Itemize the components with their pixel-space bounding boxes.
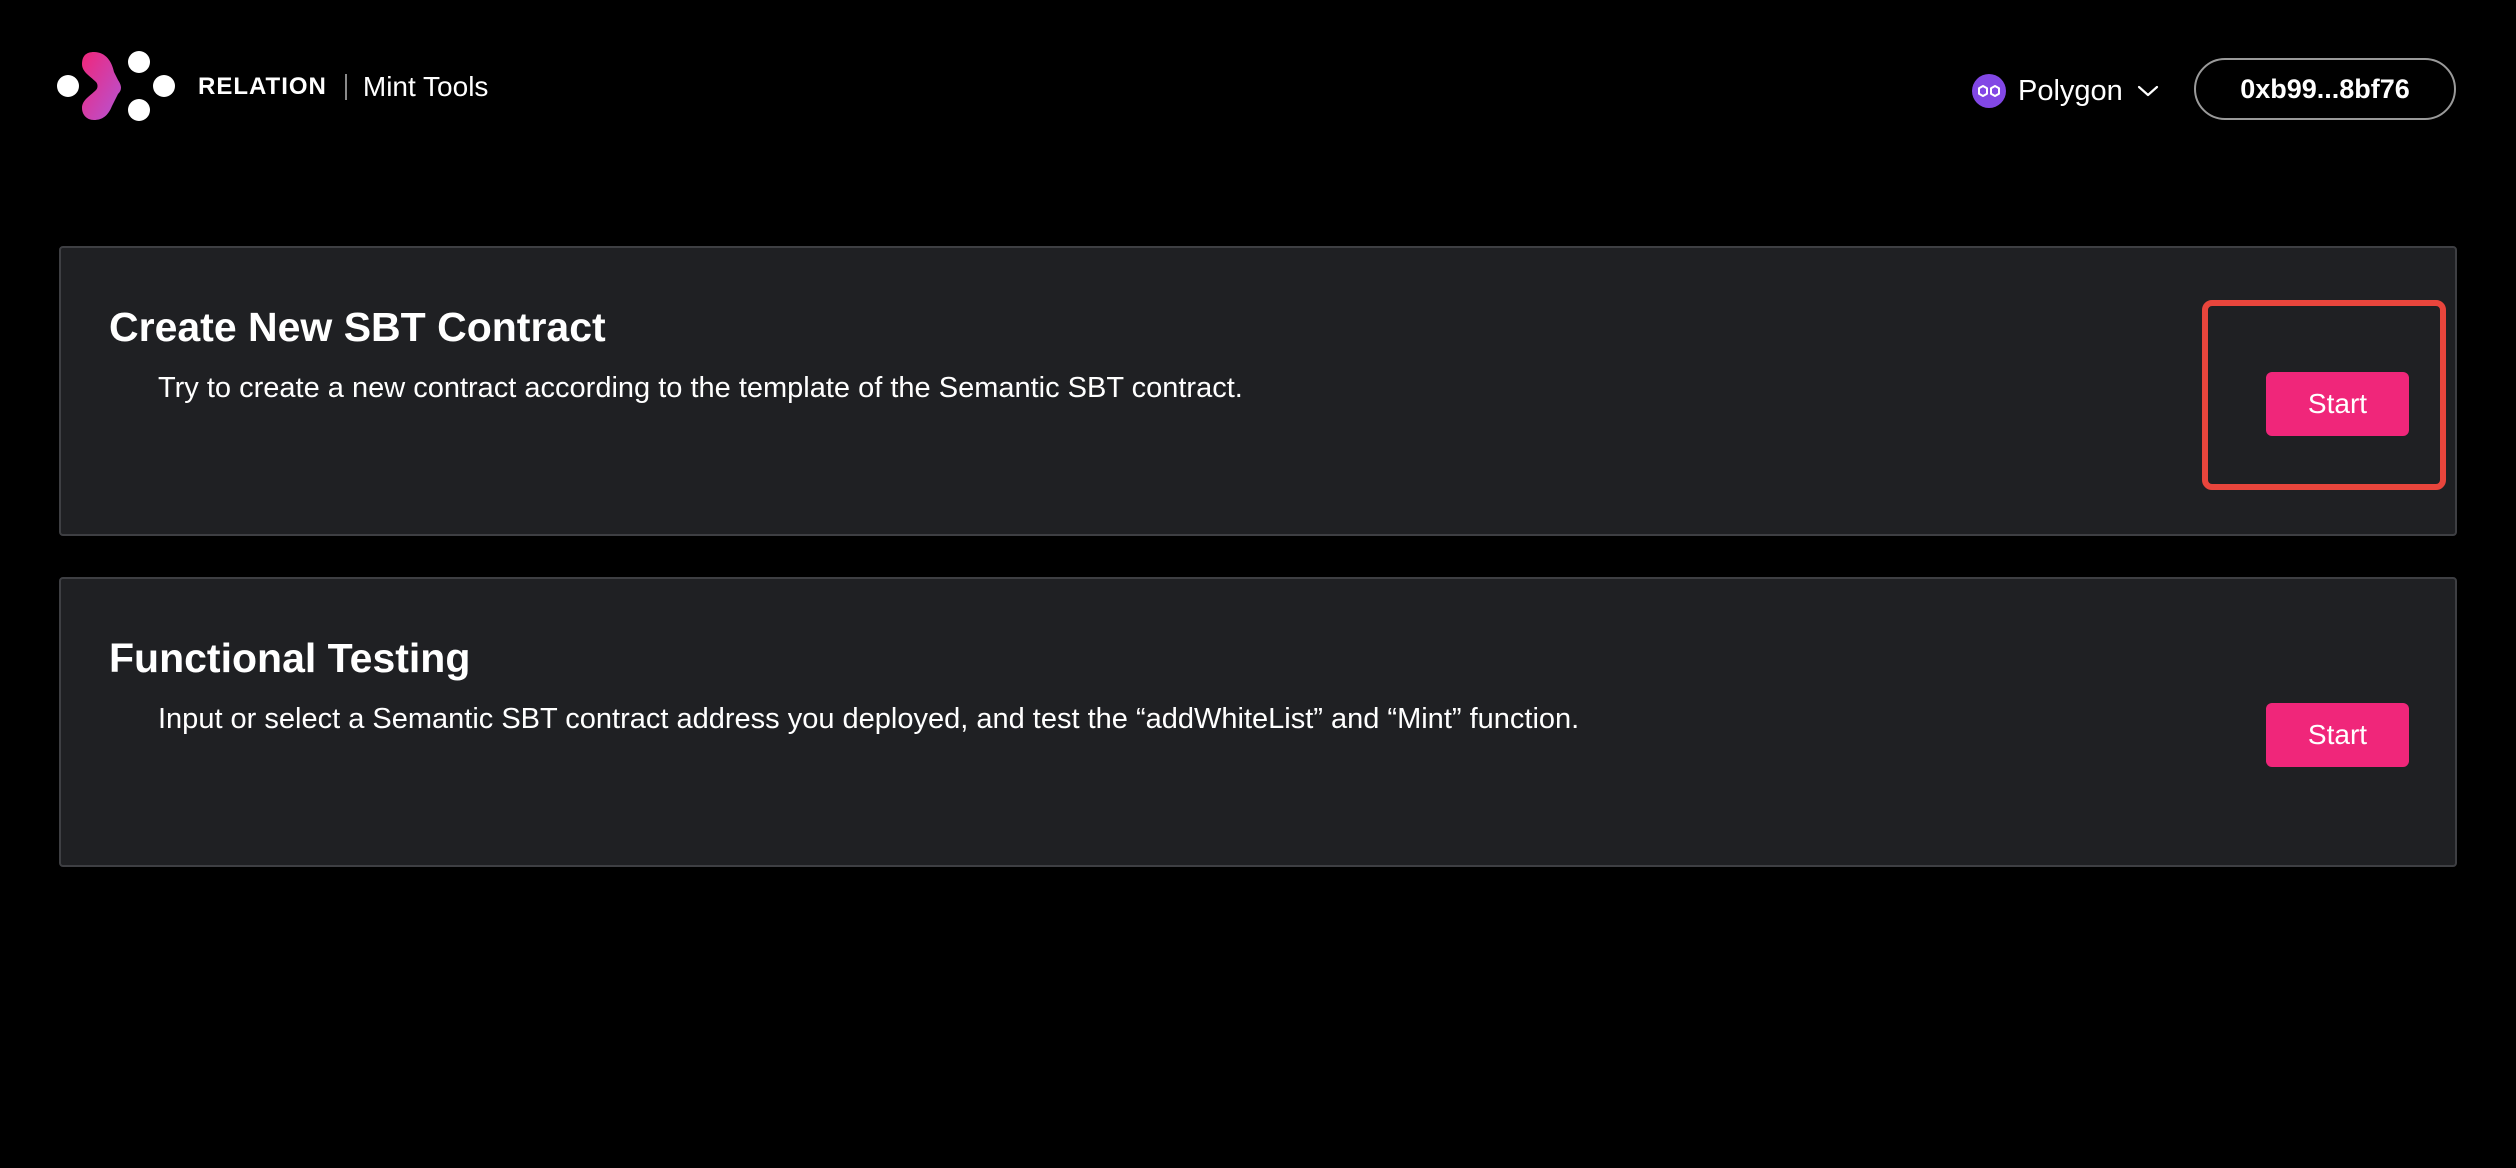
create-sbt-contract-card: Create New SBT Contract Try to create a … bbox=[59, 246, 2457, 536]
card-title: Create New SBT Contract bbox=[109, 304, 606, 350]
polygon-icon bbox=[1972, 74, 2006, 108]
create-contract-start-button[interactable]: Start bbox=[2266, 372, 2409, 436]
card-description: Try to create a new contract according t… bbox=[158, 372, 1243, 404]
functional-testing-card: Functional Testing Input or select a Sem… bbox=[59, 577, 2457, 867]
product-name: Mint Tools bbox=[362, 71, 489, 102]
wallet-address-button[interactable]: 0xb99...8bf76 bbox=[2194, 58, 2456, 120]
top-bar: RELATION Mint Tools Polygon 0xb99...8bf7… bbox=[0, 0, 2516, 180]
brand: RELATION Mint Tools bbox=[198, 70, 488, 104]
functional-testing-start-button[interactable]: Start bbox=[2266, 703, 2409, 767]
network-selector[interactable]: Polygon bbox=[1972, 70, 2159, 112]
card-title: Functional Testing bbox=[109, 635, 471, 681]
brand-divider bbox=[344, 74, 347, 100]
network-label: Polygon bbox=[2018, 74, 2123, 107]
card-description: Input or select a Semantic SBT contract … bbox=[158, 703, 1580, 735]
chevron-down-icon bbox=[2137, 85, 2158, 97]
brand-name: RELATION bbox=[198, 73, 327, 100]
relation-logo-icon[interactable] bbox=[56, 48, 176, 124]
